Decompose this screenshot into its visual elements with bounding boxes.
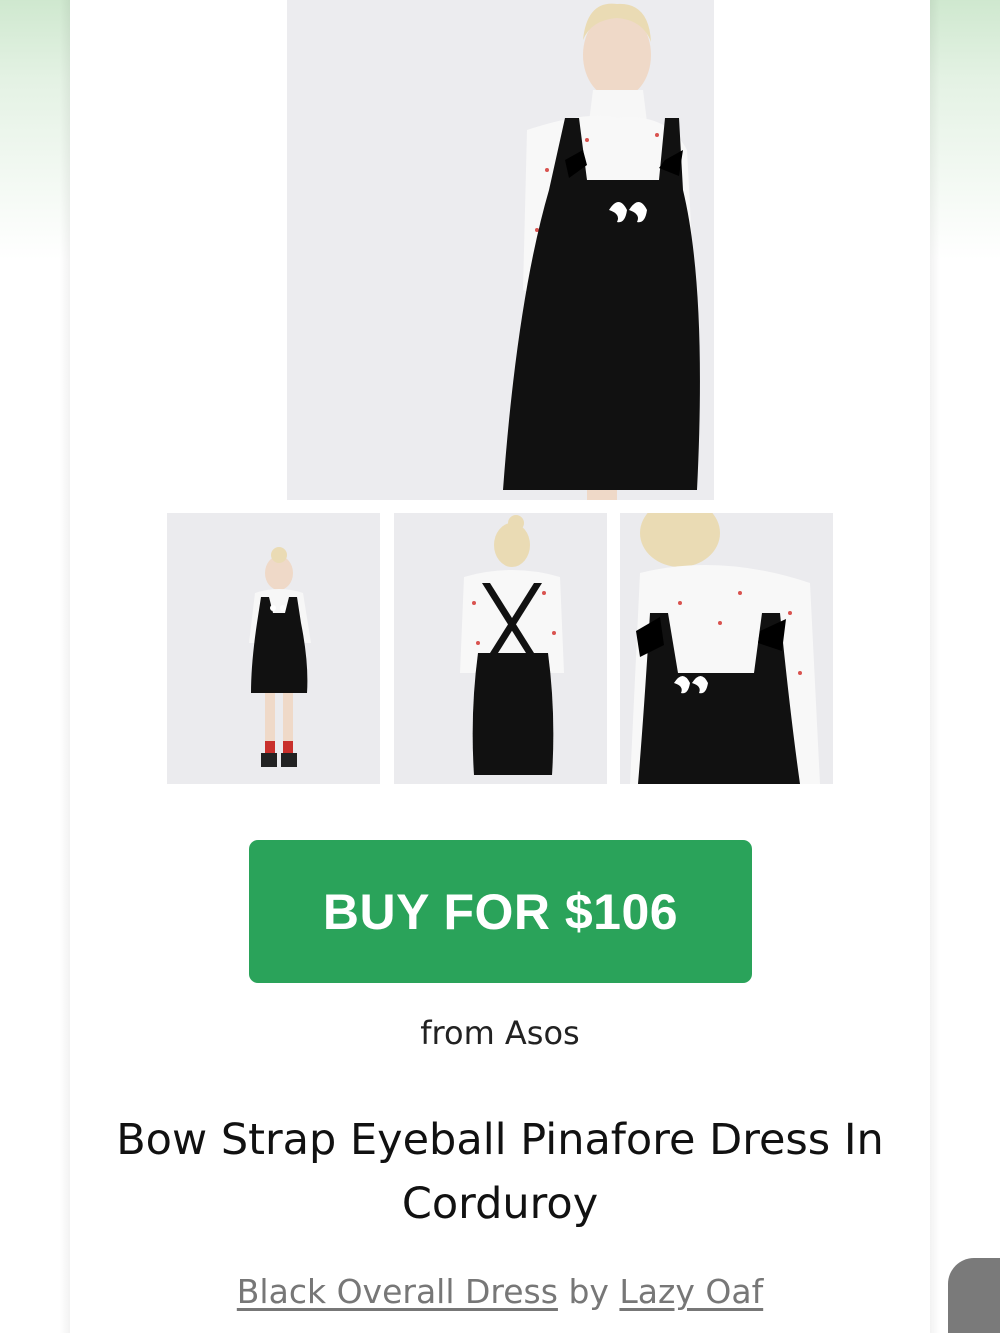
category-link[interactable]: Black Overall Dress	[237, 1272, 558, 1311]
product-title: Bow Strap Eyeball Pinafore Dress In Cord…	[116, 1115, 884, 1229]
brand-link[interactable]: Lazy Oaf	[619, 1272, 763, 1311]
store-source: from Asos	[420, 1014, 580, 1052]
product-page: BUY FOR $106 from Asos Bow Strap Eyeball…	[70, 0, 1000, 1333]
right-backdrop	[930, 0, 1000, 1333]
main-product-photo[interactable]	[287, 0, 714, 500]
thumbnail-detail-view[interactable]	[620, 513, 833, 784]
by-text: by	[568, 1272, 609, 1311]
product-meta: Black Overall Dress by Lazy Oaf	[70, 1272, 930, 1311]
thumbnail-front-full[interactable]	[167, 513, 380, 784]
buy-button[interactable]: BUY FOR $106	[249, 840, 752, 983]
scroll-handle[interactable]	[948, 1258, 1000, 1333]
thumbnail-back-view[interactable]	[394, 513, 607, 784]
left-backdrop	[0, 0, 70, 1333]
